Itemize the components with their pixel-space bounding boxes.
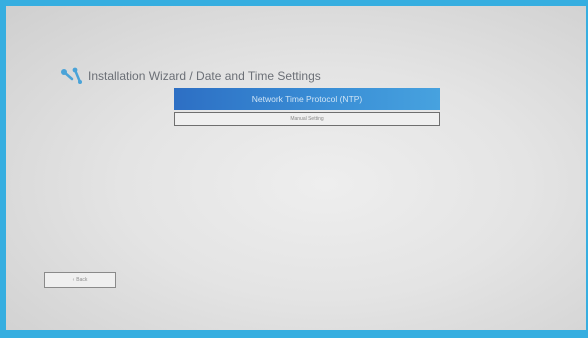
screen-frame: Installation Wizard / Date and Time Sett… <box>0 0 588 338</box>
wizard-screen: Installation Wizard / Date and Time Sett… <box>6 6 586 330</box>
ntp-option-label: Network Time Protocol (NTP) <box>251 94 363 104</box>
chevron-left-icon: ‹ <box>72 277 75 283</box>
back-button[interactable]: ‹ Back <box>44 272 116 288</box>
manual-setting-button[interactable]: Manual Setting <box>174 112 440 126</box>
manual-setting-label: Manual Setting <box>290 116 324 122</box>
back-label: Back <box>76 277 88 283</box>
page-title: Installation Wizard / Date and Time Sett… <box>88 69 321 83</box>
page-header: Installation Wizard / Date and Time Sett… <box>58 66 321 86</box>
ntp-option-button[interactable]: Network Time Protocol (NTP) <box>174 88 440 110</box>
installation-wizard-icon <box>61 67 82 84</box>
